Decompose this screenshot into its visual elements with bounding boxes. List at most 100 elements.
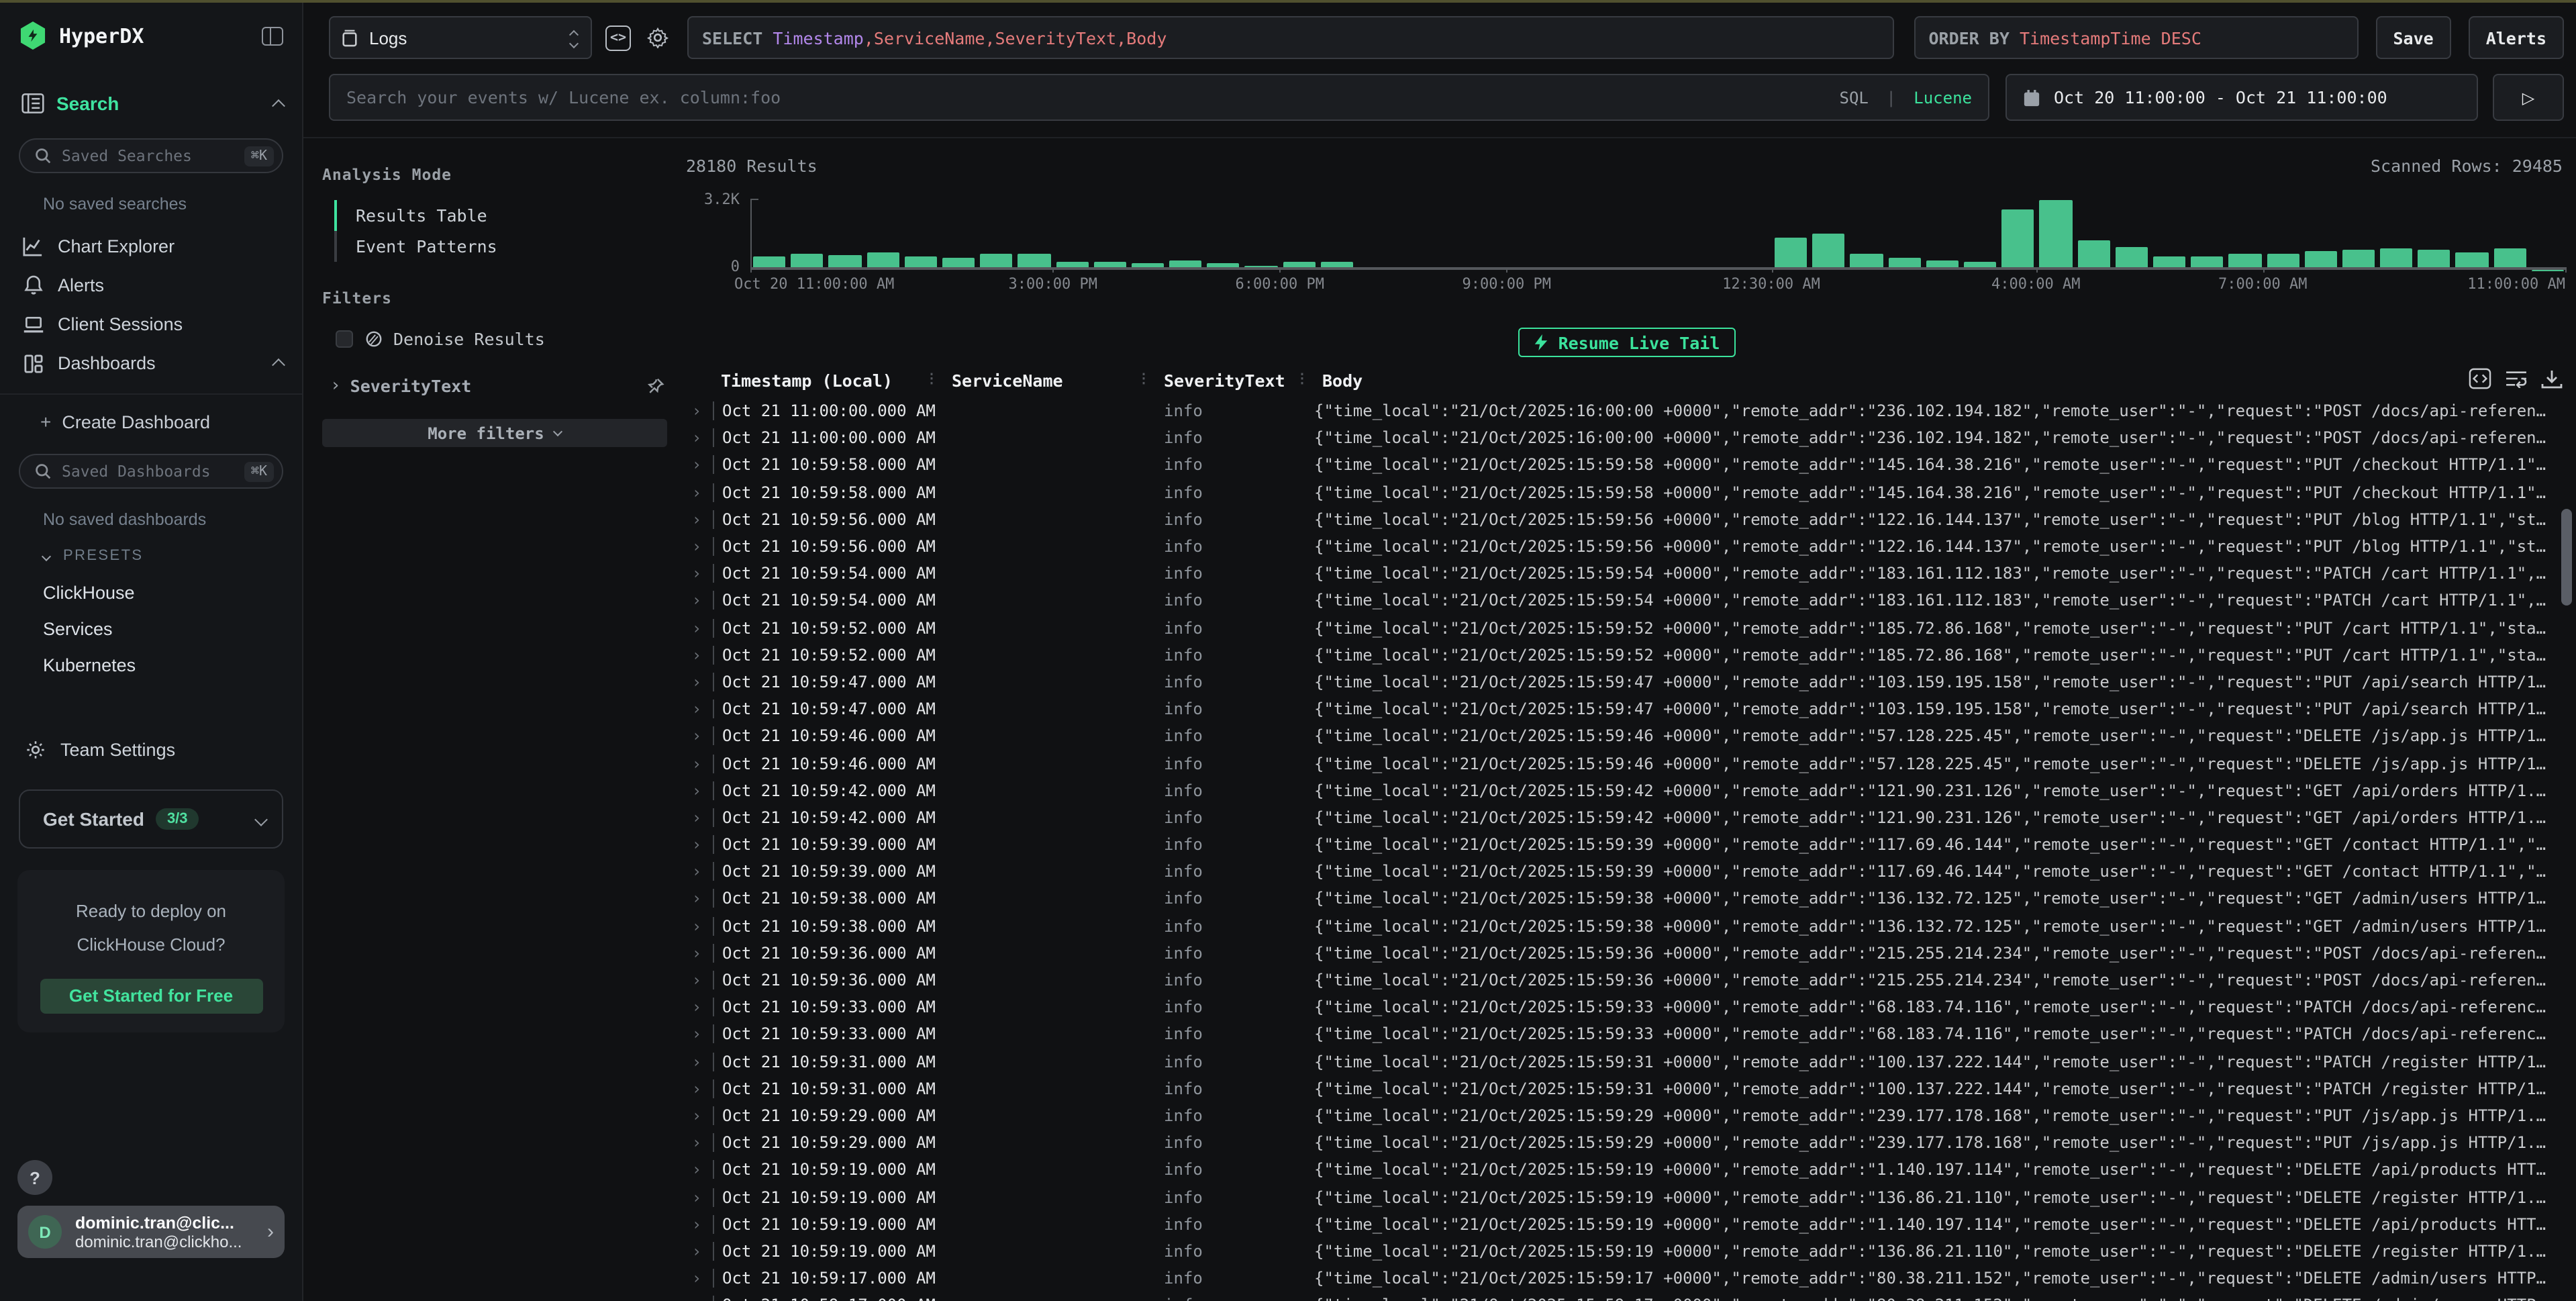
table-row[interactable]: ›Oct 21 10:59:36.000 AMinfo{"time_local"…: [681, 967, 2552, 994]
col-header-timestamp[interactable]: Timestamp (Local)⋮: [713, 370, 944, 390]
table-row[interactable]: ›Oct 21 10:59:47.000 AMinfo{"time_local"…: [681, 669, 2552, 695]
table-row[interactable]: ›Oct 21 10:59:19.000 AMinfo{"time_local"…: [681, 1157, 2552, 1184]
create-dashboard-button[interactable]: + Create Dashboard: [0, 395, 302, 438]
chevron-right-icon: ›: [267, 1220, 274, 1243]
run-query-button[interactable]: ▷: [2493, 74, 2564, 121]
lucene-mode-option[interactable]: Lucene: [1914, 88, 1972, 107]
sql-mode-option[interactable]: SQL: [1840, 88, 1869, 107]
denoise-checkbox[interactable]: [336, 330, 353, 348]
table-row[interactable]: ›Oct 21 10:59:47.000 AMinfo{"time_local"…: [681, 695, 2552, 722]
preset-item-clickhouse[interactable]: ClickHouse: [0, 575, 302, 611]
preset-item-services[interactable]: Services: [0, 611, 302, 647]
table-row[interactable]: ›Oct 21 10:59:56.000 AMinfo{"time_local"…: [681, 533, 2552, 560]
column-resize-handle[interactable]: ⋮: [925, 371, 938, 386]
sidebar-item-team-settings[interactable]: Team Settings: [0, 729, 302, 771]
table-row[interactable]: ›Oct 21 10:59:42.000 AMinfo{"time_local"…: [681, 777, 2552, 804]
table-row[interactable]: ›Oct 21 10:59:17.000 AMinfo{"time_local"…: [681, 1265, 2552, 1292]
table-row[interactable]: ›Oct 21 10:59:58.000 AMinfo{"time_local"…: [681, 452, 2552, 479]
chevron-up-icon[interactable]: [272, 99, 285, 112]
table-row[interactable]: ›Oct 21 11:00:00.000 AMinfo{"time_local"…: [681, 397, 2552, 424]
alerts-button[interactable]: Alerts: [2469, 16, 2564, 59]
edit-source-code-icon[interactable]: <>: [605, 25, 631, 50]
table-row[interactable]: ›Oct 21 11:00:00.000 AMinfo{"time_local"…: [681, 424, 2552, 451]
table-row[interactable]: ›Oct 21 10:59:19.000 AMinfo{"time_local"…: [681, 1210, 2552, 1237]
sidebar-item-chart-explorer[interactable]: Chart Explorer: [0, 227, 302, 266]
pin-icon[interactable]: [647, 377, 664, 395]
table-row[interactable]: ›Oct 21 10:59:31.000 AMinfo{"time_local"…: [681, 1075, 2552, 1102]
row-timestamp: Oct 21 10:59:19.000 AM: [713, 1188, 944, 1206]
sidebar-item-search[interactable]: Search: [0, 63, 302, 130]
get-started-dropdown[interactable]: Get Started 3/3: [19, 789, 283, 849]
table-row[interactable]: ›Oct 21 10:59:19.000 AMinfo{"time_local"…: [681, 1238, 2552, 1265]
row-expand-chevron: ›: [681, 673, 713, 691]
table-row[interactable]: ›Oct 21 10:59:54.000 AMinfo{"time_local"…: [681, 587, 2552, 614]
table-row[interactable]: ›Oct 21 10:59:39.000 AMinfo{"time_local"…: [681, 831, 2552, 858]
row-body: {"time_local":"21/Oct/2025:15:59:17 +000…: [1314, 1269, 2552, 1288]
table-row[interactable]: ›Oct 21 10:59:36.000 AMinfo{"time_local"…: [681, 940, 2552, 967]
table-row[interactable]: ›Oct 21 10:59:33.000 AMinfo{"time_local"…: [681, 1021, 2552, 1048]
resume-live-tail-button[interactable]: Resume Live Tail: [1518, 328, 1736, 357]
row-severity: info: [1156, 700, 1314, 718]
preset-item-kubernetes[interactable]: Kubernetes: [0, 647, 302, 683]
wrap-lines-icon[interactable]: [2505, 369, 2528, 388]
table-row[interactable]: ›Oct 21 10:59:38.000 AMinfo{"time_local"…: [681, 885, 2552, 912]
source-select[interactable]: Logs: [329, 16, 592, 59]
table-row[interactable]: ›Oct 21 10:59:54.000 AMinfo{"time_local"…: [681, 560, 2552, 587]
date-range-picker[interactable]: Oct 20 11:00:00 - Oct 21 11:00:00: [2005, 74, 2478, 121]
saved-dashboards-input[interactable]: Saved Dashboards ⌘K: [19, 454, 283, 489]
table-row[interactable]: ›Oct 21 10:59:52.000 AMinfo{"time_local"…: [681, 614, 2552, 641]
scrollbar-thumb[interactable]: [2561, 509, 2572, 606]
help-button[interactable]: ?: [17, 1160, 52, 1195]
get-started-free-button[interactable]: Get Started for Free: [40, 978, 262, 1013]
vertical-scrollbar[interactable]: [2560, 498, 2573, 1301]
column-resize-handle[interactable]: ⋮: [1137, 371, 1150, 386]
table-row[interactable]: ›Oct 21 10:59:17.000 AMinfo{"time_local"…: [681, 1292, 2552, 1301]
presets-toggle[interactable]: PRESETS: [0, 534, 302, 567]
row-body: {"time_local":"21/Oct/2025:15:59:29 +000…: [1314, 1106, 2552, 1125]
sidebar-item-client-sessions[interactable]: Client Sessions: [0, 305, 302, 344]
query-language-toggle: SQL | Lucene: [1840, 88, 1973, 107]
sidebar-collapse-icon[interactable]: [262, 26, 283, 45]
table-row[interactable]: ›Oct 21 10:59:42.000 AMinfo{"time_local"…: [681, 804, 2552, 831]
table-row[interactable]: ›Oct 21 10:59:29.000 AMinfo{"time_local"…: [681, 1129, 2552, 1156]
row-body: {"time_local":"21/Oct/2025:15:59:54 +000…: [1314, 564, 2552, 583]
table-row[interactable]: ›Oct 21 10:59:19.000 AMinfo{"time_local"…: [681, 1184, 2552, 1210]
saved-searches-input[interactable]: Saved Searches ⌘K: [19, 138, 283, 173]
select-clause-input[interactable]: SELECT Timestamp,ServiceName,SeverityTex…: [687, 16, 1893, 59]
col-header-body[interactable]: Body: [1314, 370, 2552, 390]
expand-chevron[interactable]: ›: [330, 376, 341, 396]
table-row[interactable]: ›Oct 21 10:59:38.000 AMinfo{"time_local"…: [681, 912, 2552, 939]
sidebar-item-dashboards[interactable]: Dashboards: [0, 344, 302, 383]
table-row[interactable]: ›Oct 21 10:59:56.000 AMinfo{"time_local"…: [681, 506, 2552, 533]
col-header-servicename[interactable]: ServiceName⋮: [944, 370, 1156, 390]
order-by-input[interactable]: ORDER BY TimestampTime DESC: [1914, 16, 2358, 59]
table-row[interactable]: ›Oct 21 10:59:58.000 AMinfo{"time_local"…: [681, 479, 2552, 505]
download-icon[interactable]: [2541, 369, 2563, 389]
no-saved-searches-text: No saved searches: [43, 195, 283, 213]
save-button[interactable]: Save: [2375, 16, 2450, 59]
chart-bars[interactable]: [750, 199, 2565, 270]
table-row[interactable]: ›Oct 21 10:59:29.000 AMinfo{"time_local"…: [681, 1102, 2552, 1129]
row-expand-chevron: ›: [681, 808, 713, 827]
table-row[interactable]: ›Oct 21 10:59:31.000 AMinfo{"time_local"…: [681, 1048, 2552, 1075]
mode-results-table[interactable]: Results Table: [337, 200, 667, 231]
table-row[interactable]: ›Oct 21 10:59:39.000 AMinfo{"time_local"…: [681, 858, 2552, 885]
mode-event-patterns[interactable]: Event Patterns: [337, 231, 667, 262]
source-settings-gear-icon[interactable]: [644, 24, 671, 51]
events-histogram[interactable]: 3.2K 0 Oct 20 11:00:00 AM3:00:00 PM6:00:…: [686, 179, 2568, 291]
sidebar-item-alerts[interactable]: Alerts: [0, 266, 302, 305]
user-menu[interactable]: D dominic.tran@clic... dominic.tran@clic…: [17, 1206, 285, 1258]
table-row[interactable]: ›Oct 21 10:59:33.000 AMinfo{"time_local"…: [681, 994, 2552, 1020]
more-filters-button[interactable]: More filters: [322, 419, 667, 447]
chevron-up-icon[interactable]: [272, 358, 285, 372]
table-row[interactable]: ›Oct 21 10:59:46.000 AMinfo{"time_local"…: [681, 723, 2552, 750]
view-source-code-icon[interactable]: [2469, 368, 2491, 389]
severity-filter-group[interactable]: › SeverityText: [330, 376, 664, 396]
search-input[interactable]: Search your events w/ Lucene ex. column:…: [329, 74, 1989, 121]
denoise-results-toggle[interactable]: Denoise Results: [336, 329, 667, 349]
table-row[interactable]: ›Oct 21 10:59:46.000 AMinfo{"time_local"…: [681, 750, 2552, 777]
table-row[interactable]: ›Oct 21 10:59:52.000 AMinfo{"time_local"…: [681, 641, 2552, 668]
column-resize-handle[interactable]: ⋮: [1295, 371, 1309, 386]
col-header-severitytext[interactable]: SeverityText⋮: [1156, 370, 1314, 390]
denoise-icon: [365, 330, 383, 348]
